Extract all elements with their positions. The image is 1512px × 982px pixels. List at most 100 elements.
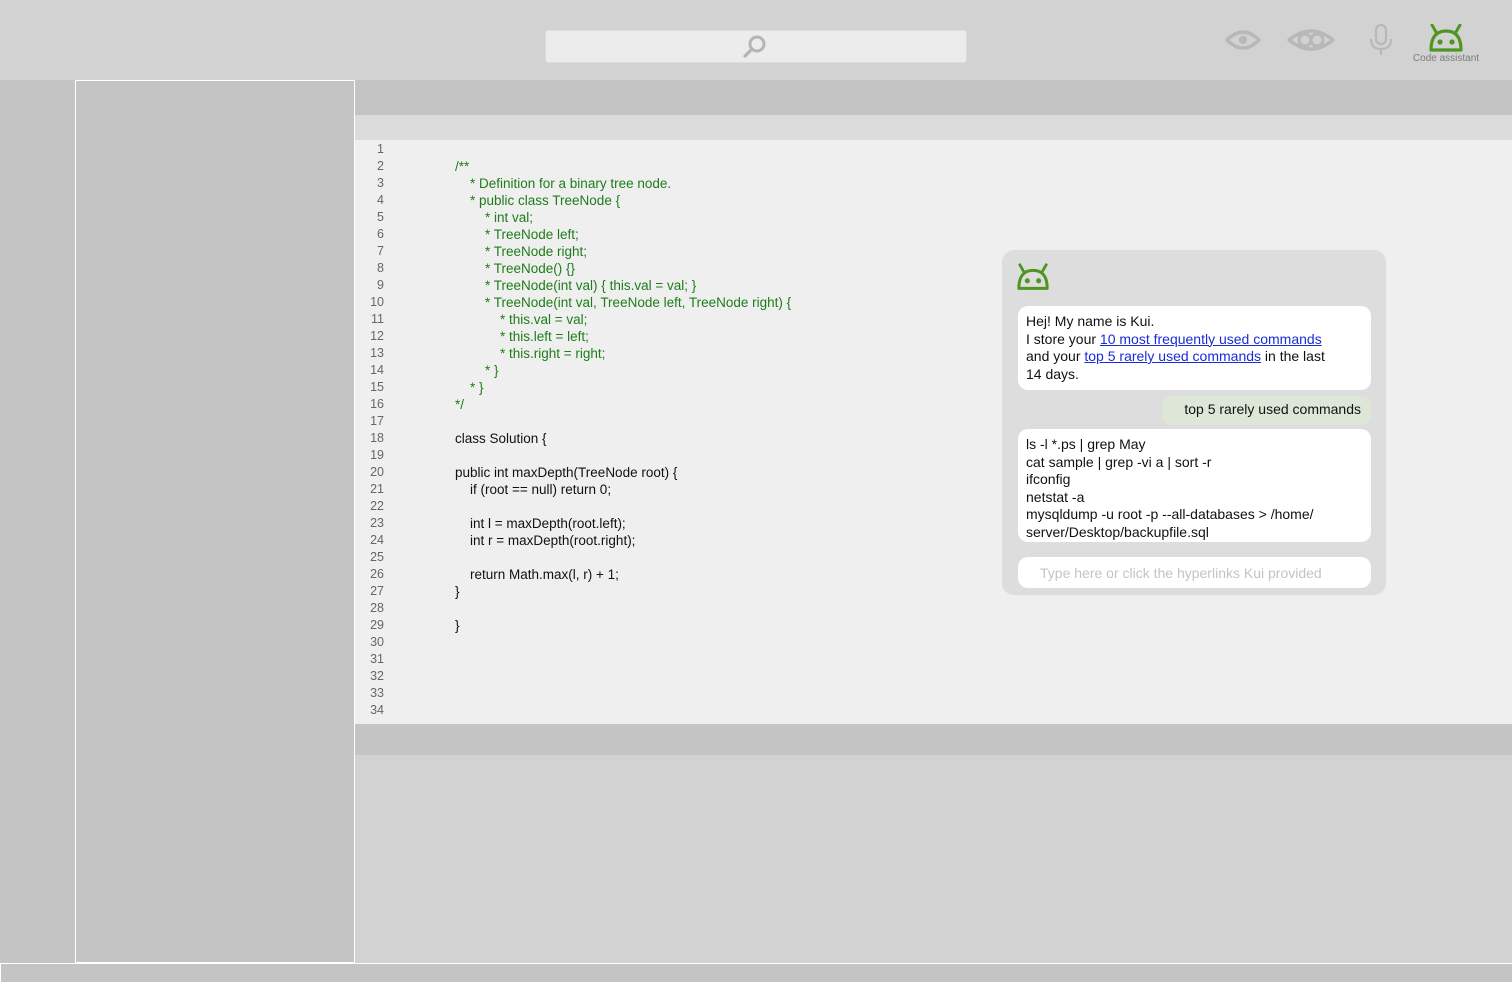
command-line: ls -l *.ps | grep May [1026,436,1146,452]
line-number: 28 [370,601,384,615]
code-line[interactable]: 2 /** [355,158,1255,175]
line-number: 11 [371,312,384,326]
code-text: * public class TreeNode { [455,193,621,208]
code-line[interactable]: 29} [355,617,1255,634]
editor-tabs-bar[interactable] [355,80,1512,115]
code-text: /** [455,159,470,174]
line-number: 20 [370,465,384,479]
line-number: 31 [370,652,384,666]
greeting-line: I store your 10 most frequently used com… [1026,331,1363,349]
code-line[interactable]: 4 * public class TreeNode { [355,192,1255,209]
eye-double-icon[interactable] [1287,26,1335,54]
code-text: public int maxDepth(TreeNode root) { [455,465,678,480]
code-text: if (root == null) return 0; [455,482,612,497]
code-text: * TreeNode(int val) { this.val = val; } [455,278,697,293]
breadcrumb [355,115,1512,140]
assistant-message: Hej! My name is Kui. I store your 10 mos… [1018,306,1371,390]
greeting-line: and your top 5 rarely used commands in t… [1026,348,1363,366]
line-number: 24 [370,533,384,547]
greeting-text: and your [1026,348,1085,364]
greeting-line: Hej! My name is Kui. [1026,313,1155,329]
code-text: * TreeNode left; [455,227,579,242]
line-number: 23 [370,516,384,530]
rare-commands-link[interactable]: top 5 rarely used commands [1084,348,1261,364]
robot-icon [1429,24,1463,52]
code-text: * } [455,363,499,378]
line-number: 15 [370,380,384,394]
code-text: return Math.max(l, r) + 1; [455,567,619,582]
code-text: } [455,618,460,633]
line-number: 25 [370,550,384,564]
command-line: netstat -a [1026,488,1085,505]
code-text: * TreeNode() {} [455,261,576,276]
status-bar [0,963,1512,982]
greeting-line: 14 days. [1026,365,1079,382]
code-text: * Definition for a binary tree node. [455,176,672,191]
line-number: 10 [370,295,384,309]
code-text: * TreeNode right; [455,244,588,259]
search-icon[interactable] [742,34,768,60]
line-number: 34 [370,703,384,717]
line-number: 3 [377,176,384,190]
code-text: * this.val = val; [455,312,588,327]
command-line: mysqldump -u root -p --all-databases > /… [1026,506,1314,522]
line-number: 19 [370,448,384,462]
line-number: 30 [370,635,384,649]
line-number: 18 [370,431,384,445]
code-text: int l = maxDepth(root.left); [455,516,626,531]
line-number: 1 [377,142,384,156]
code-line[interactable]: 6 * TreeNode left; [355,226,1255,243]
explorer-panel[interactable] [75,80,355,963]
code-line[interactable]: 30 [355,634,1255,651]
line-number: 8 [377,261,384,275]
line-number: 7 [377,244,384,258]
code-line[interactable]: 5 * int val; [355,209,1255,226]
line-number: 4 [377,193,384,207]
command-line: cat sample | grep -vi a | sort -r [1026,453,1212,470]
code-line[interactable]: 32 [355,668,1255,685]
search-input[interactable] [554,35,734,59]
code-line[interactable]: 3 * Definition for a binary tree node. [355,175,1255,192]
code-line[interactable]: 33 [355,685,1255,702]
code-line[interactable]: 31 [355,651,1255,668]
code-text: class Solution { [455,431,547,446]
assistant-reply: ls -l *.ps | grep May cat sample | grep -… [1018,429,1371,542]
line-number: 6 [377,227,384,241]
panel-tabs-bar[interactable] [355,724,1512,755]
line-number: 2 [377,159,384,173]
line-number: 12 [370,329,384,343]
line-number: 14 [370,363,384,377]
user-message: top 5 rarely used commands [1162,396,1371,425]
code-line[interactable]: 28 [355,600,1255,617]
greeting-text: I store your [1026,330,1100,347]
code-assistant-label: Code assistant [1412,53,1480,64]
code-text: * TreeNode(int val, TreeNode left, TreeN… [455,295,792,310]
command-line: ifconfig [1026,471,1071,487]
frequent-commands-link[interactable]: 10 most frequently used commands [1100,331,1322,347]
line-number: 22 [370,499,384,513]
eye-icon[interactable] [1225,27,1261,53]
line-number: 32 [370,669,384,683]
code-text: } [455,584,460,599]
line-number: 29 [370,618,384,632]
code-text: int r = maxDepth(root.right); [455,533,636,548]
search-box[interactable] [545,30,967,63]
code-assistant-button[interactable]: Code assistant [1405,24,1487,70]
line-number: 17 [370,414,384,428]
code-assistant-chat: Hej! My name is Kui. I store your 10 mos… [1002,250,1386,595]
line-number: 27 [370,584,384,598]
activity-bar [0,80,76,964]
code-line[interactable]: 34 [355,702,1255,719]
code-text: */ [455,397,465,412]
line-number: 26 [370,567,384,581]
code-text: * this.right = right; [455,346,606,361]
terminal-panel[interactable] [355,755,1512,963]
command-line: server/Desktop/backupfile.sql [1026,523,1209,540]
line-number: 21 [370,482,384,496]
top-toolbar: Code assistant [0,0,1512,80]
chat-input[interactable] [1018,557,1371,588]
code-line[interactable]: 1 [355,141,1255,158]
greeting-text: in the last [1261,348,1325,364]
line-number: 9 [377,278,384,292]
microphone-icon[interactable] [1367,23,1395,57]
